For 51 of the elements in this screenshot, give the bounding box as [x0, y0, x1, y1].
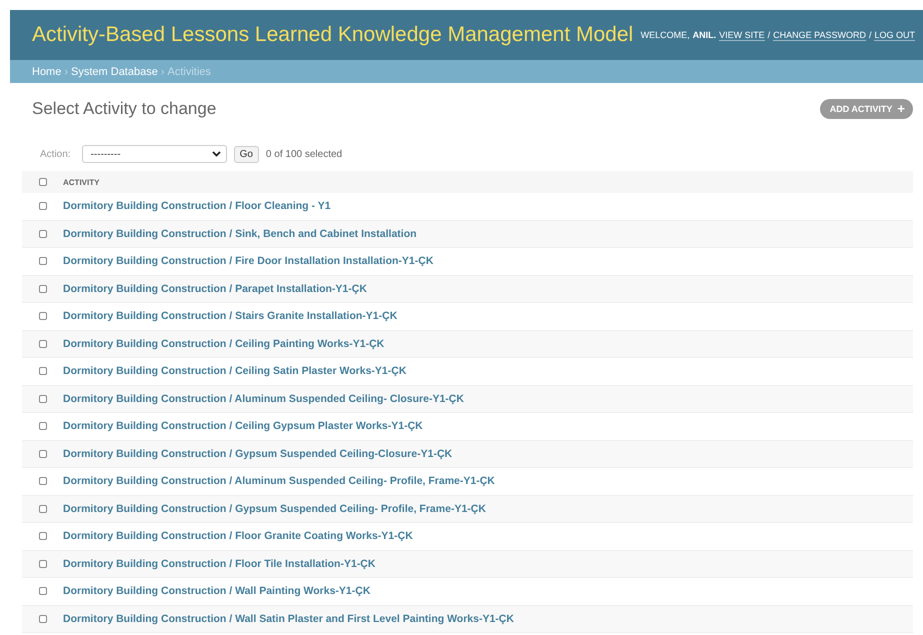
row-checkbox[interactable] [39, 312, 47, 320]
row-checkbox[interactable] [39, 257, 47, 266]
row-checkbox[interactable] [39, 230, 47, 238]
row-checkbox[interactable] [39, 422, 47, 430]
breadcrumb-link[interactable]: System Database [71, 66, 158, 78]
add-activity-button[interactable]: ADD ACTIVITY + [820, 99, 913, 119]
user-link[interactable]: CHANGE PASSWORD [773, 30, 866, 40]
go-button[interactable]: Go [234, 146, 259, 162]
row-checkbox[interactable] [39, 340, 47, 348]
activity-link[interactable]: Dormitory Building Construction / Floor Cleaning - Y1 [63, 200, 331, 212]
activity-link[interactable]: Dormitory Building Construction / Stairs Granite Installation-Y1-ÇK [63, 310, 398, 322]
welcome-text: WELCOME, [640, 30, 690, 40]
activity-link[interactable]: Dormitory Building Construction / Aluminum Suspended Ceiling- Profile, Frame-Y1-ÇK [63, 475, 495, 488]
row-checkbox[interactable] [39, 367, 47, 376]
separator: / [868, 30, 872, 40]
select-all-checkbox[interactable] [39, 178, 47, 186]
row-checkbox[interactable] [39, 284, 47, 293]
chevron-icon [212, 151, 221, 157]
row-checkbox[interactable] [39, 560, 47, 568]
selection-counter: 0 of 100 selected [266, 148, 342, 160]
row-checkbox[interactable] [39, 504, 47, 513]
activity-link[interactable]: Dormitory Building Construction / Sink, Bench and Cabinet Installation [63, 228, 417, 240]
separator: / [768, 30, 770, 40]
row-checkbox[interactable] [39, 614, 47, 623]
column-header[interactable]: ACTIVITY [63, 178, 100, 186]
breadcrumb-current: Activities [168, 66, 211, 78]
row-checkbox[interactable] [39, 450, 47, 458]
user-link[interactable]: LOG OUT [874, 30, 915, 40]
breadcrumb-separator: › [160, 66, 165, 78]
breadcrumb-link[interactable]: Home [32, 66, 62, 78]
row-checkbox[interactable] [39, 394, 47, 403]
row-checkbox[interactable] [39, 532, 47, 540]
row-checkbox[interactable] [39, 477, 47, 486]
activity-link[interactable]: Dormitory Building Construction / Ceiling Painting Works-Y1-ÇK [63, 338, 384, 350]
user-link[interactable]: VIEW SITE [719, 30, 765, 40]
breadcrumb-separator: › [64, 66, 68, 78]
page-title: Select Activity to change [32, 99, 216, 119]
activity-link[interactable]: Dormitory Building Construction / Gypsum Suspended Ceiling-Closure-Y1-ÇK [63, 448, 452, 460]
activity-link[interactable]: Dormitory Building Construction / Floor Granite Coating Works-Y1-ÇK [63, 530, 413, 542]
activity-link[interactable]: Dormitory Building Construction / Ceiling Gypsum Plaster Works-Y1-ÇK [63, 420, 423, 432]
action-label: Action: [40, 148, 71, 160]
activity-link[interactable]: Dormitory Building Construction / Ceiling Satin Plaster Works-Y1-ÇK [63, 365, 406, 378]
site-title: Activity-Based Lessons Learned Knowledge Management Model [32, 23, 634, 47]
activity-link[interactable]: Dormitory Building Construction / Floor Tile Installation-Y1-ÇK [63, 558, 376, 570]
activity-link[interactable]: Dormitory Building Construction / Wall Painting Works-Y1-ÇK [63, 585, 370, 598]
activity-link[interactable]: Dormitory Building Construction / Fire Door Installation Installation-Y1-ÇK [63, 255, 434, 268]
row-checkbox[interactable] [39, 587, 47, 596]
row-checkbox[interactable] [39, 202, 47, 210]
activity-link[interactable]: Dormitory Building Construction / Parapet Installation-Y1-ÇK [63, 282, 367, 295]
username: ANIL. [692, 30, 716, 40]
action-dropdown[interactable]: --------- [82, 145, 227, 163]
